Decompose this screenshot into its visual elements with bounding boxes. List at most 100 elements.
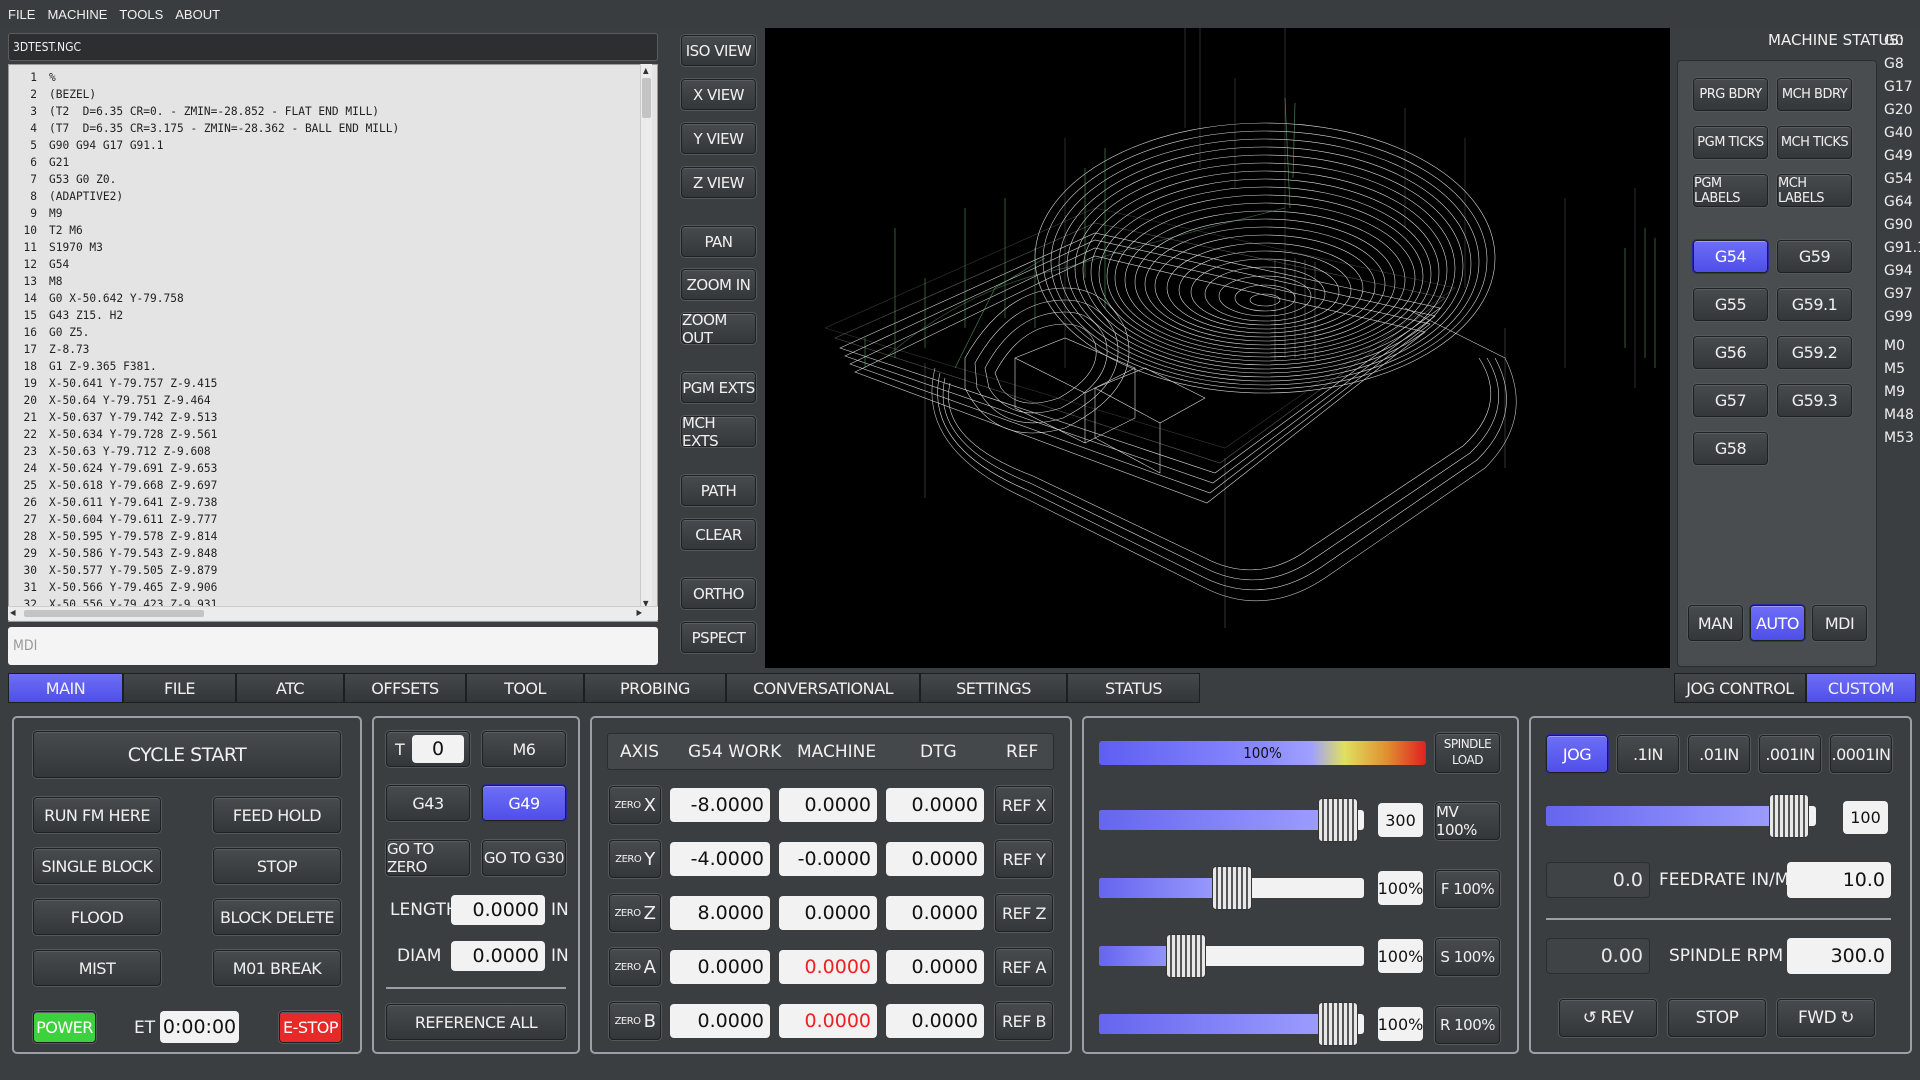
m01-break-button[interactable]: M01 BREAK bbox=[213, 950, 341, 986]
code-line[interactable]: 13 M8 bbox=[9, 273, 639, 290]
spindle-forward-button[interactable]: FWD ↻ bbox=[1777, 999, 1875, 1037]
zero-axis-button[interactable]: ZERO X bbox=[609, 786, 661, 824]
code-line[interactable]: 31 X-50.566 Y-79.465 Z-9.906 bbox=[9, 579, 639, 596]
code-line[interactable]: 1% bbox=[9, 69, 639, 86]
scroll-left-icon[interactable]: ◀ bbox=[10, 608, 16, 617]
perspective-button[interactable]: PSPECT bbox=[681, 622, 756, 653]
g49-button[interactable]: G49 bbox=[482, 785, 566, 821]
cycle-start-button[interactable]: CYCLE START bbox=[33, 731, 341, 778]
scroll-up-icon[interactable]: ▲ bbox=[643, 66, 649, 75]
power-button[interactable]: POWER bbox=[33, 1011, 96, 1043]
jog-0-001-button[interactable]: .001IN bbox=[1759, 735, 1821, 773]
y-view-button[interactable]: Y VIEW bbox=[681, 123, 756, 154]
toolpath-3d-view[interactable] bbox=[765, 28, 1670, 668]
jog-rate-slider[interactable] bbox=[1546, 794, 1816, 838]
override-handle[interactable] bbox=[1317, 1002, 1358, 1046]
override-reset-button[interactable]: S 100% bbox=[1435, 938, 1500, 976]
tab-atc[interactable]: ATC bbox=[236, 673, 344, 703]
g54-button[interactable]: G54 bbox=[1693, 240, 1768, 273]
code-line[interactable]: 19 X-50.641 Y-79.757 Z-9.415 bbox=[9, 375, 639, 392]
clear-button[interactable]: CLEAR bbox=[681, 519, 756, 550]
code-line[interactable]: 24 X-50.624 Y-79.691 Z-9.653 bbox=[9, 460, 639, 477]
override-reset-button[interactable]: MV 100% bbox=[1435, 802, 1500, 840]
override-slider[interactable] bbox=[1099, 866, 1364, 910]
jog-0-01-button[interactable]: .01IN bbox=[1688, 735, 1750, 773]
code-line[interactable]: 18 G1 Z-9.365 F381. bbox=[9, 358, 639, 375]
code-line[interactable]: 20 X-50.64 Y-79.751 Z-9.464 bbox=[9, 392, 639, 409]
ref-axis-button[interactable]: REF Y bbox=[995, 840, 1053, 878]
code-line[interactable]: 3 (T2 D=6.35 CR=0. - ZMIN=-28.852 - FLAT … bbox=[9, 103, 639, 120]
scroll-thumb[interactable] bbox=[642, 78, 651, 118]
prg-bdry-button[interactable]: PRG BDRY bbox=[1693, 78, 1768, 111]
scroll-right-icon[interactable]: ▶ bbox=[636, 608, 642, 617]
tab-tool[interactable]: TOOL bbox=[466, 673, 584, 703]
z-view-button[interactable]: Z VIEW bbox=[681, 167, 756, 198]
menu-machine[interactable]: MACHINE bbox=[47, 7, 107, 22]
tab-main[interactable]: MAIN bbox=[8, 673, 123, 703]
g43-button[interactable]: G43 bbox=[386, 785, 470, 821]
tab-offsets[interactable]: OFFSETS bbox=[344, 673, 466, 703]
go-to-zero-button[interactable]: GO TO ZERO bbox=[386, 840, 470, 876]
code-line[interactable]: 9 M9 bbox=[9, 205, 639, 222]
zero-axis-button[interactable]: ZERO Z bbox=[609, 894, 661, 932]
mist-button[interactable]: MIST bbox=[33, 950, 161, 986]
menu-file[interactable]: FILE bbox=[8, 7, 35, 22]
pgm-labels-button[interactable]: PGM LABELS bbox=[1693, 174, 1768, 207]
menu-about[interactable]: ABOUT bbox=[175, 7, 220, 22]
override-handle[interactable] bbox=[1317, 798, 1358, 842]
code-line[interactable]: 16 G0 Z5. bbox=[9, 324, 639, 341]
code-line[interactable]: 10 T2 M6 bbox=[9, 222, 639, 239]
feedrate-setpoint[interactable]: 10.0 bbox=[1787, 862, 1891, 898]
tab-status[interactable]: STATUS bbox=[1067, 673, 1200, 703]
mch-exts-button[interactable]: MCH EXTS bbox=[681, 414, 756, 450]
code-line[interactable]: 26 X-50.611 Y-79.641 Z-9.738 bbox=[9, 494, 639, 511]
override-handle[interactable] bbox=[1166, 934, 1207, 978]
code-line[interactable]: 25 X-50.618 Y-79.668 Z-9.697 bbox=[9, 477, 639, 494]
spindle-setpoint[interactable]: 300.0 bbox=[1787, 938, 1891, 974]
override-slider[interactable] bbox=[1099, 934, 1364, 978]
ref-axis-button[interactable]: REF A bbox=[995, 948, 1053, 986]
g59-2-button[interactable]: G59.2 bbox=[1777, 336, 1852, 369]
g57-button[interactable]: G57 bbox=[1693, 384, 1768, 417]
menu-tools[interactable]: TOOLS bbox=[119, 7, 163, 22]
ref-axis-button[interactable]: REF B bbox=[995, 1002, 1053, 1040]
x-view-button[interactable]: X VIEW bbox=[681, 79, 756, 110]
code-line[interactable]: 28 X-50.595 Y-79.578 Z-9.814 bbox=[9, 528, 639, 545]
code-line[interactable]: 6 G21 bbox=[9, 154, 639, 171]
code-line[interactable]: 14 G0 X-50.642 Y-79.758 bbox=[9, 290, 639, 307]
g59-button[interactable]: G59 bbox=[1777, 240, 1852, 273]
mode-auto-button[interactable]: AUTO bbox=[1750, 605, 1805, 641]
ref-axis-button[interactable]: REF X bbox=[995, 786, 1053, 824]
mch-labels-button[interactable]: MCH LABELS bbox=[1777, 174, 1852, 207]
code-line[interactable]: 7 G53 G0 Z0. bbox=[9, 171, 639, 188]
single-block-button[interactable]: SINGLE BLOCK bbox=[33, 848, 161, 884]
code-line[interactable]: 4 (T7 D=6.35 CR=3.175 - ZMIN=-28.362 - BA… bbox=[9, 120, 639, 137]
g55-button[interactable]: G55 bbox=[1693, 288, 1768, 321]
pan-button[interactable]: PAN bbox=[681, 226, 756, 257]
e-stop-button[interactable]: E-STOP bbox=[279, 1011, 342, 1043]
spindle-stop-button[interactable]: STOP bbox=[1668, 999, 1766, 1037]
code-line[interactable]: 27 X-50.604 Y-79.611 Z-9.777 bbox=[9, 511, 639, 528]
jog-rate-handle[interactable] bbox=[1769, 794, 1809, 838]
zoom-in-button[interactable]: ZOOM IN bbox=[681, 269, 756, 300]
zero-axis-button[interactable]: ZERO Y bbox=[609, 840, 661, 878]
zoom-out-button[interactable]: ZOOM OUT bbox=[681, 311, 756, 347]
code-line[interactable]: 15 G43 Z15. H2 bbox=[9, 307, 639, 324]
tab-probing[interactable]: PROBING bbox=[584, 673, 726, 703]
tab-jog-control[interactable]: JOG CONTROL bbox=[1674, 673, 1806, 703]
g56-button[interactable]: G56 bbox=[1693, 336, 1768, 369]
stop-button[interactable]: STOP bbox=[213, 848, 341, 884]
jog-continuous-button[interactable]: JOG bbox=[1546, 735, 1608, 773]
override-handle[interactable] bbox=[1211, 866, 1252, 910]
editor-horizontal-scrollbar[interactable]: ◀ ▶ bbox=[8, 606, 658, 620]
zero-axis-button[interactable]: ZERO B bbox=[609, 1002, 661, 1040]
flood-button[interactable]: FLOOD bbox=[33, 899, 161, 935]
feed-hold-button[interactable]: FEED HOLD bbox=[213, 797, 341, 833]
code-line[interactable]: 11 S1970 M3 bbox=[9, 239, 639, 256]
mch-ticks-button[interactable]: MCH TICKS bbox=[1777, 126, 1852, 159]
iso-view-button[interactable]: ISO VIEW bbox=[681, 35, 756, 66]
spindle-reverse-button[interactable]: ↺ REV bbox=[1559, 999, 1657, 1037]
g59-1-button[interactable]: G59.1 bbox=[1777, 288, 1852, 321]
override-slider[interactable] bbox=[1099, 798, 1364, 842]
g58-button[interactable]: G58 bbox=[1693, 432, 1768, 465]
